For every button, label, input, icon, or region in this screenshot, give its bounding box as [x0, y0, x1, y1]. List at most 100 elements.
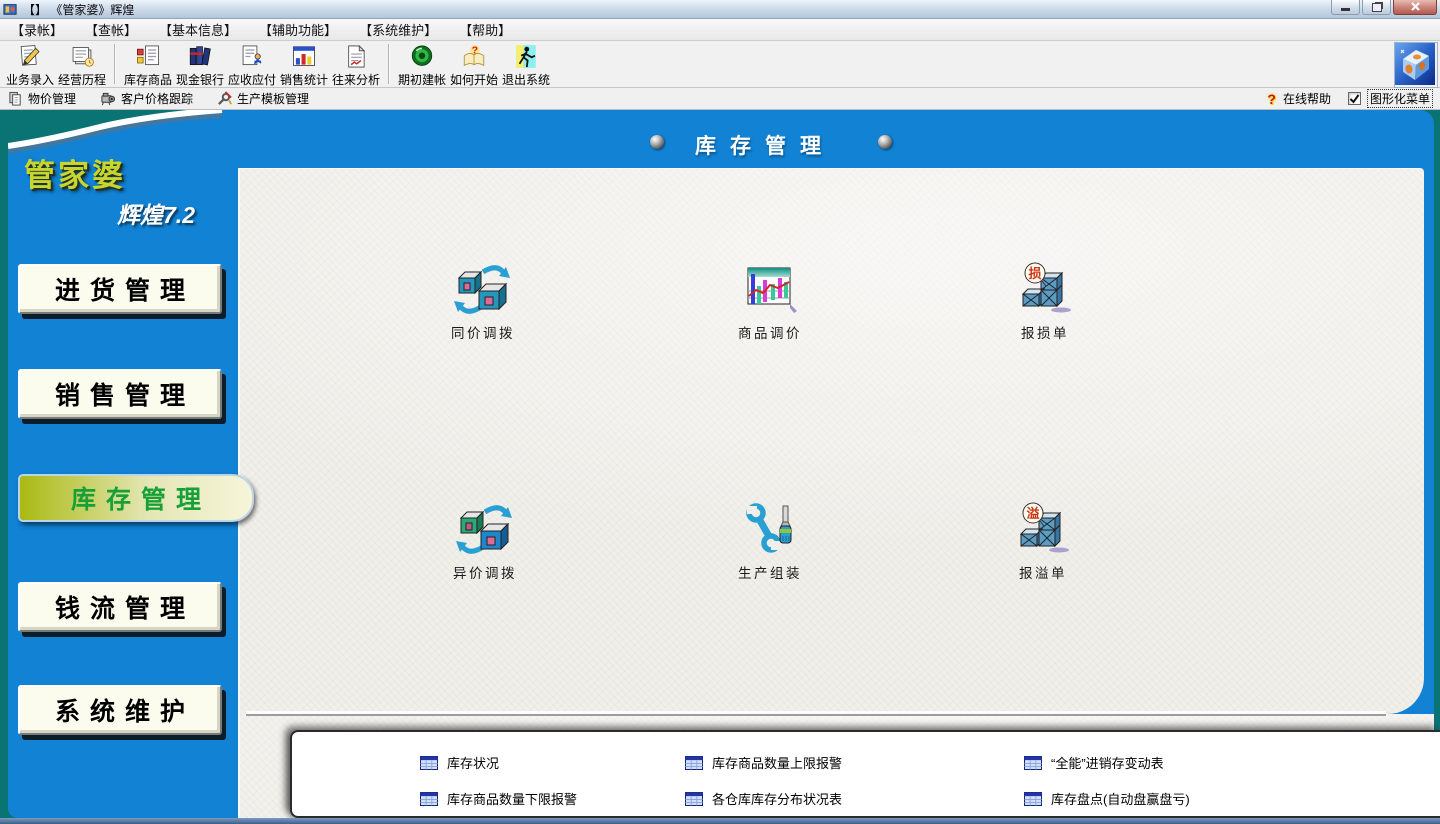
receivable-payable-icon: [239, 43, 265, 70]
toolbar-button-business-entry[interactable]: 业务录入: [4, 43, 56, 88]
same-price-transfer-icon: [408, 260, 558, 318]
menu-item-diff-price-transfer[interactable]: 异价调拨: [410, 500, 560, 582]
operation-history-icon: [69, 43, 95, 70]
menu-item-help[interactable]: 【帮助】: [448, 20, 522, 39]
report-link-label: “全能”进销存变动表: [1051, 753, 1164, 772]
reports-panel: 库存状况 库存商品数量上限报警 “全能”进销存变动表 库存商品数量下限报警 各仓…: [290, 730, 1440, 818]
toolbar-label: 往来分析: [332, 71, 380, 88]
main-panel: [238, 168, 1424, 714]
window-bottom-border: [0, 818, 1440, 824]
loss-badge: 损: [1028, 266, 1041, 281]
loss-report-icon: 损: [970, 260, 1120, 318]
secondary-toolbar: 物价管理 客户价格跟踪 生产模板管理 ? 在线帮助 图形化菜单: [0, 88, 1440, 110]
close-button[interactable]: [1393, 0, 1437, 15]
table-icon: [685, 756, 703, 770]
toolbar-button-cash-bank[interactable]: 现金银行: [174, 43, 226, 88]
toolbar2-right-group: ? 在线帮助 图形化菜单: [1265, 90, 1432, 107]
report-link-label: 库存盘点(自动盘赢盘亏): [1051, 789, 1190, 808]
toolbar-button-price-management[interactable]: 物价管理: [8, 90, 76, 107]
toolbar-button-operation-history[interactable]: 经营历程: [56, 43, 108, 88]
graphical-menu-label[interactable]: 图形化菜单: [1368, 90, 1432, 107]
table-icon: [420, 792, 438, 806]
sidebar-item-sales[interactable]: 销售管理: [18, 369, 222, 419]
toolbar-button-transaction-analysis[interactable]: 往来分析: [330, 43, 382, 88]
transaction-analysis-icon: [343, 43, 369, 70]
logo-version-text: 辉煌7.2: [24, 196, 229, 230]
toolbar-label: 期初建帐: [398, 71, 446, 88]
report-link-label: 库存商品数量上限报警: [712, 753, 842, 772]
sales-statistics-icon: [291, 43, 317, 70]
sidebar-item-inventory[interactable]: 库存管理: [18, 474, 254, 522]
app-logo: 管家婆 辉煌7.2: [24, 150, 229, 230]
report-link-warehouse-distribution[interactable]: 各仓库库存分布状况表: [685, 789, 842, 808]
cash-bank-icon: [187, 43, 213, 70]
logo-brand-text: 管家婆: [24, 150, 229, 195]
title-bar: 【】 《管家婆》辉煌: [0, 0, 1440, 19]
toolbar-button-receivable-payable[interactable]: 应收应付: [226, 43, 278, 88]
toolbar-button-production-template[interactable]: 生产模板管理: [217, 90, 309, 107]
menu-bar: 【录帐】 【查帐】 【基本信息】 【辅助功能】 【系统维护】 【帮助】: [0, 19, 1440, 41]
online-help-button[interactable]: ? 在线帮助: [1265, 90, 1331, 107]
menu-item-loss-report[interactable]: 损 报损单: [970, 260, 1120, 342]
toolbar-label: 库存商品: [124, 71, 172, 88]
toolbar-button-sales-statistics[interactable]: 销售统计: [278, 43, 330, 88]
toolbar-separator: [114, 44, 116, 84]
toolbar2-label: 物价管理: [28, 90, 76, 107]
toolbar-label: 应收应付: [228, 71, 276, 88]
report-link-upper-limit-alert[interactable]: 库存商品数量上限报警: [685, 753, 842, 772]
toolbar-button-inventory-goods[interactable]: 库存商品: [122, 43, 174, 88]
menu-item-production-assembly[interactable]: 生产组装: [695, 500, 845, 582]
report-link-label: 库存状况: [447, 753, 499, 772]
report-link-omnipotent-change-table[interactable]: “全能”进销存变动表: [1024, 753, 1164, 772]
report-link-lower-limit-alert[interactable]: 库存商品数量下限报警: [420, 789, 577, 808]
toolbar2-label: 生产模板管理: [237, 90, 309, 107]
toolbar-label: 退出系统: [502, 71, 550, 88]
exit-system-icon: [513, 43, 539, 70]
table-icon: [420, 756, 438, 770]
menu-item-surplus-report[interactable]: 溢 报溢单: [968, 500, 1118, 582]
report-link-label: 各仓库库存分布状况表: [712, 789, 842, 808]
restore-button[interactable]: [1362, 0, 1391, 15]
report-link-stocktaking[interactable]: 库存盘点(自动盘赢盘亏): [1024, 789, 1190, 808]
main-toolbar: 业务录入 经营历程 库存商品 现金银行 应收应付: [0, 41, 1440, 88]
price-management-icon: [8, 91, 23, 106]
customer-price-tracking-icon: [100, 91, 116, 106]
sidebar-item-purchase[interactable]: 进货管理: [18, 264, 222, 314]
toolbar-button-initial-account[interactable]: 期初建帐: [396, 43, 448, 88]
toolbar-separator: [388, 44, 390, 84]
menu-item-basic-info[interactable]: 【基本信息】: [148, 20, 248, 39]
minimize-icon: [1341, 8, 1350, 11]
sidebar-item-cashflow[interactable]: 钱流管理: [18, 582, 222, 632]
sphere-icon: [878, 135, 892, 149]
toolbar-label: 业务录入: [6, 71, 54, 88]
brand-cube-logo: [1394, 42, 1438, 88]
business-entry-icon: [17, 43, 43, 70]
online-help-label: 在线帮助: [1283, 90, 1331, 107]
cube-icon: [1395, 43, 1435, 85]
menu-item-label: 报溢单: [968, 562, 1118, 582]
how-to-start-icon: ?: [461, 43, 487, 70]
menu-item-same-price-transfer[interactable]: 同价调拨: [408, 260, 558, 342]
goods-price-adjust-icon: [695, 260, 845, 318]
menu-item-query[interactable]: 【查帐】: [74, 20, 148, 39]
table-icon: [1024, 756, 1042, 770]
sidebar-item-system[interactable]: 系统维护: [18, 685, 222, 735]
graphical-menu-checkbox[interactable]: [1348, 92, 1361, 105]
production-template-icon: [217, 91, 232, 106]
toolbar-button-customer-price-tracking[interactable]: 客户价格跟踪: [100, 90, 193, 107]
toolbar-label: 销售统计: [280, 71, 328, 88]
report-link-inventory-status[interactable]: 库存状况: [420, 753, 499, 772]
menu-item-goods-price-adjust[interactable]: 商品调价: [695, 260, 845, 342]
menu-item-record[interactable]: 【录帐】: [0, 20, 74, 39]
surplus-report-icon: 溢: [968, 500, 1118, 558]
toolbar-button-how-to-start[interactable]: ? 如何开始: [448, 43, 500, 88]
toolbar-button-exit-system[interactable]: 退出系统: [500, 43, 552, 88]
panel-divider: [246, 711, 1386, 716]
check-icon: [1349, 94, 1360, 104]
menu-item-system-maintenance[interactable]: 【系统维护】: [348, 20, 448, 39]
minimize-button[interactable]: [1331, 0, 1360, 15]
help-question-icon: ?: [1265, 91, 1278, 107]
toolbar-label: 如何开始: [450, 71, 498, 88]
menu-item-aux-functions[interactable]: 【辅助功能】: [248, 20, 348, 39]
menu-item-label: 报损单: [970, 322, 1120, 342]
